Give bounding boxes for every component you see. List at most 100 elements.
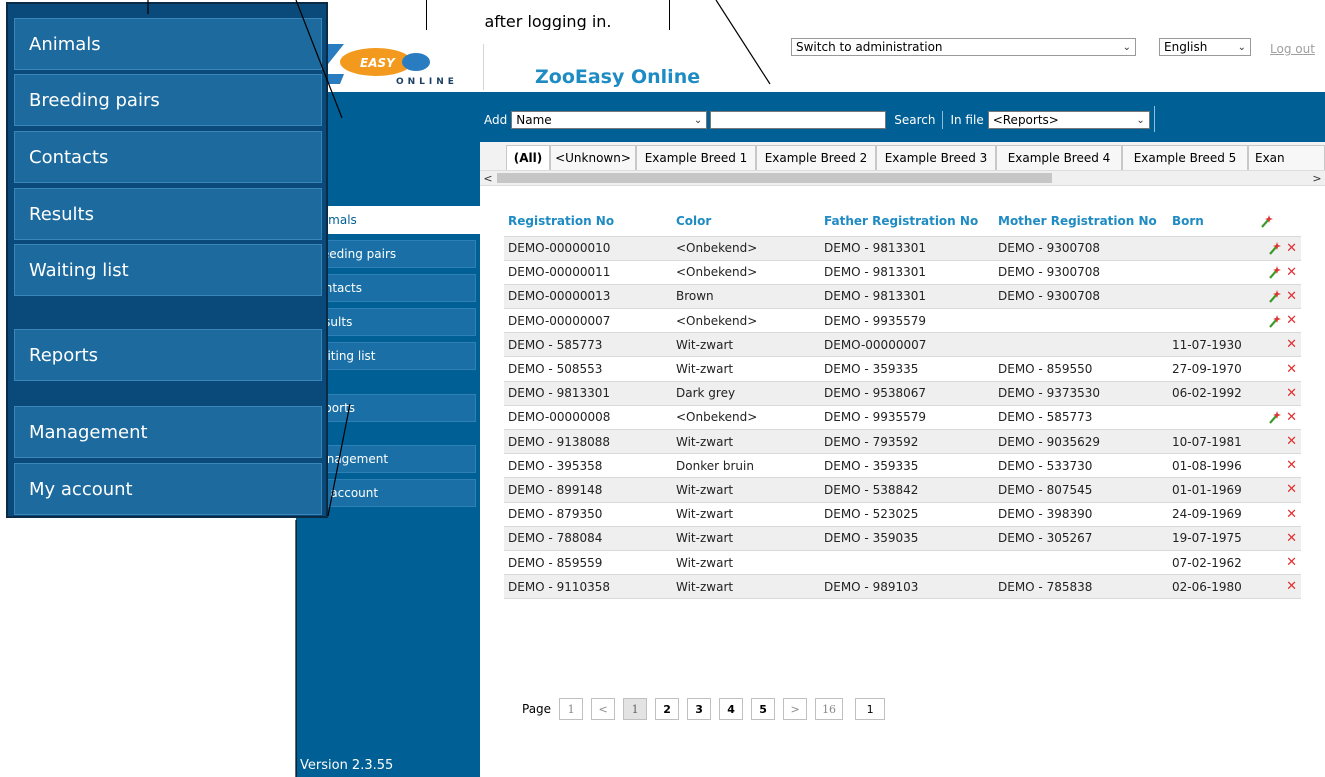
pager-page-2[interactable]: 2 (655, 698, 680, 720)
column-header-born[interactable]: Born (1168, 206, 1256, 236)
pager-goto-input[interactable]: 1 (855, 698, 886, 720)
cell-father-registration-no: DEMO - 538842 (820, 477, 994, 503)
cell-born (1168, 308, 1256, 333)
scroll-thumb[interactable] (497, 173, 1052, 183)
in-file-select[interactable]: <Reports> ⌄ (987, 111, 1150, 129)
edit-wand-icon[interactable] (1268, 410, 1282, 425)
table-row[interactable]: DEMO - 899148 Wit-zwart DEMO - 538842 DEMO … (504, 477, 1301, 503)
zoom-menu-item-results[interactable]: Results (14, 188, 322, 240)
pager-page-1[interactable]: 1 (623, 698, 648, 720)
language-select[interactable]: English ⌄ (1159, 38, 1251, 56)
delete-icon[interactable]: ✕ (1286, 410, 1297, 425)
breed-tab-bar: (All) <Unknown> Example Breed 1 Example … (480, 142, 1325, 170)
table-row[interactable]: DEMO-00000010 <Onbekend> DEMO - 9813301 DEM… (504, 235, 1301, 261)
cell-father-registration-no: DEMO - 523025 (820, 501, 994, 527)
pager-page-3[interactable]: 3 (687, 698, 712, 720)
table-row[interactable]: DEMO - 508553 Wit-zwart DEMO - 359335 DEMO … (504, 356, 1301, 382)
column-header-father-registration-no[interactable]: Father Registration No (820, 206, 994, 236)
scroll-right-icon[interactable]: > (1309, 171, 1325, 185)
cell-registration-no: DEMO - 788084 (504, 525, 672, 551)
pager-prev-button[interactable]: < (591, 698, 616, 720)
delete-icon[interactable]: ✕ (1286, 289, 1297, 304)
logout-link[interactable]: Log out (1270, 42, 1315, 56)
pager-page-5[interactable]: 5 (751, 698, 776, 720)
edit-wand-icon[interactable] (1268, 265, 1282, 280)
search-button[interactable]: Search (890, 113, 939, 127)
tab-example-breed-3[interactable]: Example Breed 3 (876, 145, 996, 170)
cell-color: Wit-zwart (672, 332, 820, 357)
pager-page-4[interactable]: 4 (719, 698, 744, 720)
edit-wand-icon[interactable] (1268, 241, 1282, 255)
delete-icon[interactable]: ✕ (1286, 482, 1297, 497)
table-row[interactable]: DEMO-00000007 <Onbekend> DEMO - 9935579 ✕ (504, 308, 1301, 333)
zoom-menu-item-animals[interactable]: Animals (14, 18, 322, 70)
delete-icon[interactable]: ✕ (1286, 386, 1297, 401)
table-row[interactable]: DEMO - 9813301 Dark grey DEMO - 9538067 DEM… (504, 380, 1301, 406)
delete-icon[interactable]: ✕ (1286, 555, 1297, 570)
cell-color: <Onbekend> (672, 235, 820, 261)
delete-icon[interactable]: ✕ (1286, 265, 1297, 280)
cell-mother-registration-no: DEMO - 9035629 (994, 428, 1168, 454)
tab-example-breed-4[interactable]: Example Breed 4 (996, 145, 1122, 170)
delete-icon[interactable]: ✕ (1286, 362, 1297, 377)
tab-unknown[interactable]: <Unknown> (550, 145, 636, 170)
tab-example-breed-2[interactable]: Example Breed 2 (756, 145, 876, 170)
zoom-menu-item-waiting-list[interactable]: Waiting list (14, 244, 322, 296)
table-row[interactable]: DEMO - 585773 Wit-zwart DEMO-00000007 11-07… (504, 332, 1301, 357)
tab-all[interactable]: (All) (506, 145, 550, 170)
add-field-select[interactable]: Name ⌄ (511, 111, 708, 129)
delete-icon[interactable]: ✕ (1286, 434, 1297, 449)
search-input[interactable] (710, 111, 887, 129)
edit-wand-icon[interactable] (1268, 289, 1282, 304)
table-row[interactable]: DEMO - 395358 Donker bruin DEMO - 359335 DE… (504, 453, 1301, 478)
cell-registration-no: DEMO - 9813301 (504, 380, 672, 406)
delete-icon[interactable]: ✕ (1286, 507, 1297, 522)
cell-color: Wit-zwart (672, 549, 820, 575)
cell-father-registration-no: DEMO - 989103 (820, 574, 994, 600)
zoom-menu-item-breeding-pairs[interactable]: Breeding pairs (14, 74, 322, 126)
zoom-menu-item-management[interactable]: Management (14, 406, 322, 458)
delete-icon[interactable]: ✕ (1286, 579, 1297, 594)
table-row[interactable]: DEMO - 788084 Wit-zwart DEMO - 359035 DEMO … (504, 525, 1301, 551)
admin-switch-select[interactable]: Switch to administration ⌄ (791, 38, 1136, 56)
tab-example-breed-6-partial[interactable]: Exan (1248, 145, 1325, 170)
table-row[interactable]: DEMO - 9138088 Wit-zwart DEMO - 793592 DEMO… (504, 428, 1301, 454)
delete-icon[interactable]: ✕ (1286, 458, 1297, 473)
tab-example-breed-5[interactable]: Example Breed 5 (1122, 145, 1248, 170)
delete-icon[interactable]: ✕ (1286, 241, 1297, 256)
version-label: Version 2.3.55 (300, 758, 394, 773)
edit-wand-icon[interactable] (1268, 314, 1282, 328)
delete-icon[interactable]: ✕ (1286, 337, 1297, 352)
header: EASY ONLINE ZooEasy Online Switch to adm… (296, 30, 1325, 92)
cell-father-registration-no: DEMO - 359335 (820, 356, 994, 382)
pager-last-button[interactable]: 16 (815, 698, 844, 720)
cell-mother-registration-no: DEMO - 9373530 (994, 380, 1168, 406)
zoom-menu-item-contacts[interactable]: Contacts (14, 131, 322, 183)
cell-color: Brown (672, 283, 820, 309)
table-row[interactable]: DEMO - 859559 Wit-zwart 07-02-1962 ✕ (504, 549, 1301, 575)
column-header-mother-registration-no[interactable]: Mother Registration No (994, 206, 1168, 236)
cell-registration-no: DEMO - 879350 (504, 501, 672, 527)
table-row[interactable]: DEMO - 879350 Wit-zwart DEMO - 523025 DEMO … (504, 501, 1301, 527)
cell-born: 24-09-1969 (1168, 501, 1256, 527)
cell-registration-no: DEMO - 9138088 (504, 428, 672, 454)
pager-first-button[interactable]: 1 (559, 698, 584, 720)
tab-scrollbar[interactable]: < > (480, 170, 1325, 186)
scroll-left-icon[interactable]: < (480, 171, 496, 185)
column-header-color[interactable]: Color (672, 206, 820, 236)
delete-icon[interactable]: ✕ (1286, 531, 1297, 546)
zoom-menu-item-reports[interactable]: Reports (14, 329, 322, 381)
cell-registration-no: DEMO-00000010 (504, 235, 672, 261)
table-row[interactable]: DEMO - 9110358 Wit-zwart DEMO - 989103 DEMO… (504, 574, 1301, 600)
pager-next-button[interactable]: > (783, 698, 808, 720)
tab-example-breed-1[interactable]: Example Breed 1 (636, 145, 756, 170)
delete-icon[interactable]: ✕ (1286, 313, 1297, 328)
language-select-value: English (1164, 40, 1208, 54)
table-row[interactable]: DEMO-00000011 <Onbekend> DEMO - 9813301 DEM… (504, 259, 1301, 285)
table-row[interactable]: DEMO-00000008 <Onbekend> DEMO - 9935579 DEM… (504, 404, 1301, 430)
cell-actions: ✕ (1256, 332, 1301, 357)
zoom-menu-item-my-account[interactable]: My account (14, 463, 322, 515)
cell-born: 06-02-1992 (1168, 380, 1256, 406)
column-header-registration-no[interactable]: Registration No (504, 206, 672, 236)
table-row[interactable]: DEMO-00000013 Brown DEMO - 9813301 DEMO - 9… (504, 283, 1301, 309)
